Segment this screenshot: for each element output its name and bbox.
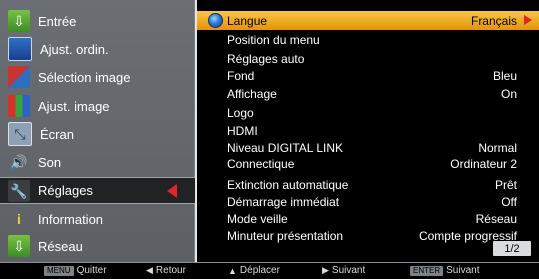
setting-label: Logo xyxy=(227,105,254,120)
setting-value: Prêt xyxy=(494,177,517,192)
menu-item-label: Ajust. image xyxy=(38,98,110,114)
menu-item-ajust-image[interactable]: Ajust. image xyxy=(0,93,195,119)
setting-value: Ordinateur 2 xyxy=(450,156,517,171)
left-arrow-icon: ◀ xyxy=(146,265,153,275)
menu-item-ecran[interactable]: ⤡ Écran xyxy=(0,121,195,147)
menu-item-ajust-ordin[interactable]: Ajust. ordin. xyxy=(0,36,195,62)
setting-label: Réglages auto xyxy=(227,51,305,66)
setting-row-position-menu[interactable]: Position du menu xyxy=(197,30,539,49)
globe-icon xyxy=(208,13,223,28)
image-adjust-icon xyxy=(8,95,30,117)
menu-item-reglages[interactable]: 🔧 Réglages xyxy=(0,177,195,204)
setting-label: Langue xyxy=(227,13,268,28)
setting-value: Français xyxy=(470,13,517,28)
footer-back: ◀ Retour xyxy=(146,265,186,276)
right-arrow-icon: ▶ xyxy=(322,265,329,275)
setting-row-connectique[interactable]: Connectique Ordinateur 2 xyxy=(197,154,539,173)
footer-enter-label: Suivant xyxy=(446,265,480,276)
footer-next: ▶ Suivant xyxy=(322,265,365,276)
setting-label: Extinction automatique xyxy=(227,177,349,192)
menu-item-entree[interactable]: ⇩ Entrée xyxy=(0,8,195,34)
menu-key-icon: MENU xyxy=(44,265,74,276)
menu-item-label: Son xyxy=(38,154,62,170)
network-icon: ⇩ xyxy=(8,235,30,257)
menu-item-label: Sélection image xyxy=(38,69,131,85)
footer-quit: MENU Quitter xyxy=(44,265,107,276)
menu-item-selection-image[interactable]: Sélection image xyxy=(0,64,195,90)
setting-label: Minuteur présentation xyxy=(227,228,344,243)
setting-label: Mode veille xyxy=(227,211,288,226)
menu-item-son[interactable]: 🔊 Son xyxy=(0,149,195,175)
sound-icon: 🔊 xyxy=(10,154,28,170)
screen-icon: ⤡ xyxy=(8,122,32,146)
setting-row-fond[interactable]: Fond Bleu xyxy=(197,66,539,85)
setting-label: Connectique xyxy=(227,156,295,171)
footer-move: ▲ Déplacer xyxy=(228,265,280,276)
menu-item-reseau[interactable]: ⇩ Réseau xyxy=(0,233,195,259)
footer-move-label: Déplacer xyxy=(239,265,280,276)
setting-row-minuteur-presentation[interactable]: Minuteur présentation Compte progressif xyxy=(197,226,539,245)
setting-row-langue[interactable]: Langue Français xyxy=(197,11,539,30)
footer-next-label: Suivant xyxy=(331,265,366,276)
footer-back-label: Retour xyxy=(155,265,186,276)
setting-label: Niveau DIGITAL LINK xyxy=(227,140,344,155)
up-down-arrow-icon: ▲ xyxy=(228,265,237,276)
selection-arrow-icon xyxy=(167,184,177,198)
setting-label: Démarrage immédiat xyxy=(227,194,340,209)
setting-value: On xyxy=(500,86,517,101)
main-menu: ⇩ Entrée Ajust. ordin. Sélection image A… xyxy=(0,0,195,262)
setting-value: Off xyxy=(501,194,517,209)
setting-label: Position du menu xyxy=(227,32,320,47)
setting-label: HDMI xyxy=(227,123,258,138)
menu-item-label: Entrée xyxy=(38,13,77,29)
menu-item-information[interactable]: i Information xyxy=(0,206,195,232)
settings-submenu: Langue Français Position du menu Réglage… xyxy=(195,0,539,262)
menu-item-label: Écran xyxy=(40,126,74,142)
settings-icon: 🔧 xyxy=(8,179,30,202)
footer-enter: ENTER Suivant xyxy=(410,265,479,276)
setting-row-affichage[interactable]: Affichage On xyxy=(197,84,539,103)
footer-help-bar: MENU Quitter ◀ Retour ▲ Déplacer ▶ Suiva… xyxy=(0,262,539,279)
computer-adjust-icon xyxy=(8,37,32,61)
setting-value: Réseau xyxy=(475,211,517,226)
menu-item-label: Information xyxy=(38,211,104,227)
page-indicator: 1/2 xyxy=(493,241,531,256)
info-icon: i xyxy=(17,211,21,227)
setting-row-logo[interactable]: Logo xyxy=(197,103,539,122)
menu-item-label: Ajust. ordin. xyxy=(40,41,109,57)
setting-value: Bleu xyxy=(492,68,517,83)
image-select-icon xyxy=(8,66,30,88)
setting-value: Normal xyxy=(478,140,517,155)
submenu-arrow-icon xyxy=(524,15,532,25)
menu-item-label: Réseau xyxy=(38,238,83,254)
setting-label: Affichage xyxy=(227,86,277,101)
menu-item-label: Réglages xyxy=(38,183,93,198)
setting-label: Fond xyxy=(227,68,255,83)
enter-key-icon: ENTER xyxy=(410,265,444,276)
footer-quit-label: Quitter xyxy=(76,265,107,276)
input-icon: ⇩ xyxy=(8,10,30,32)
